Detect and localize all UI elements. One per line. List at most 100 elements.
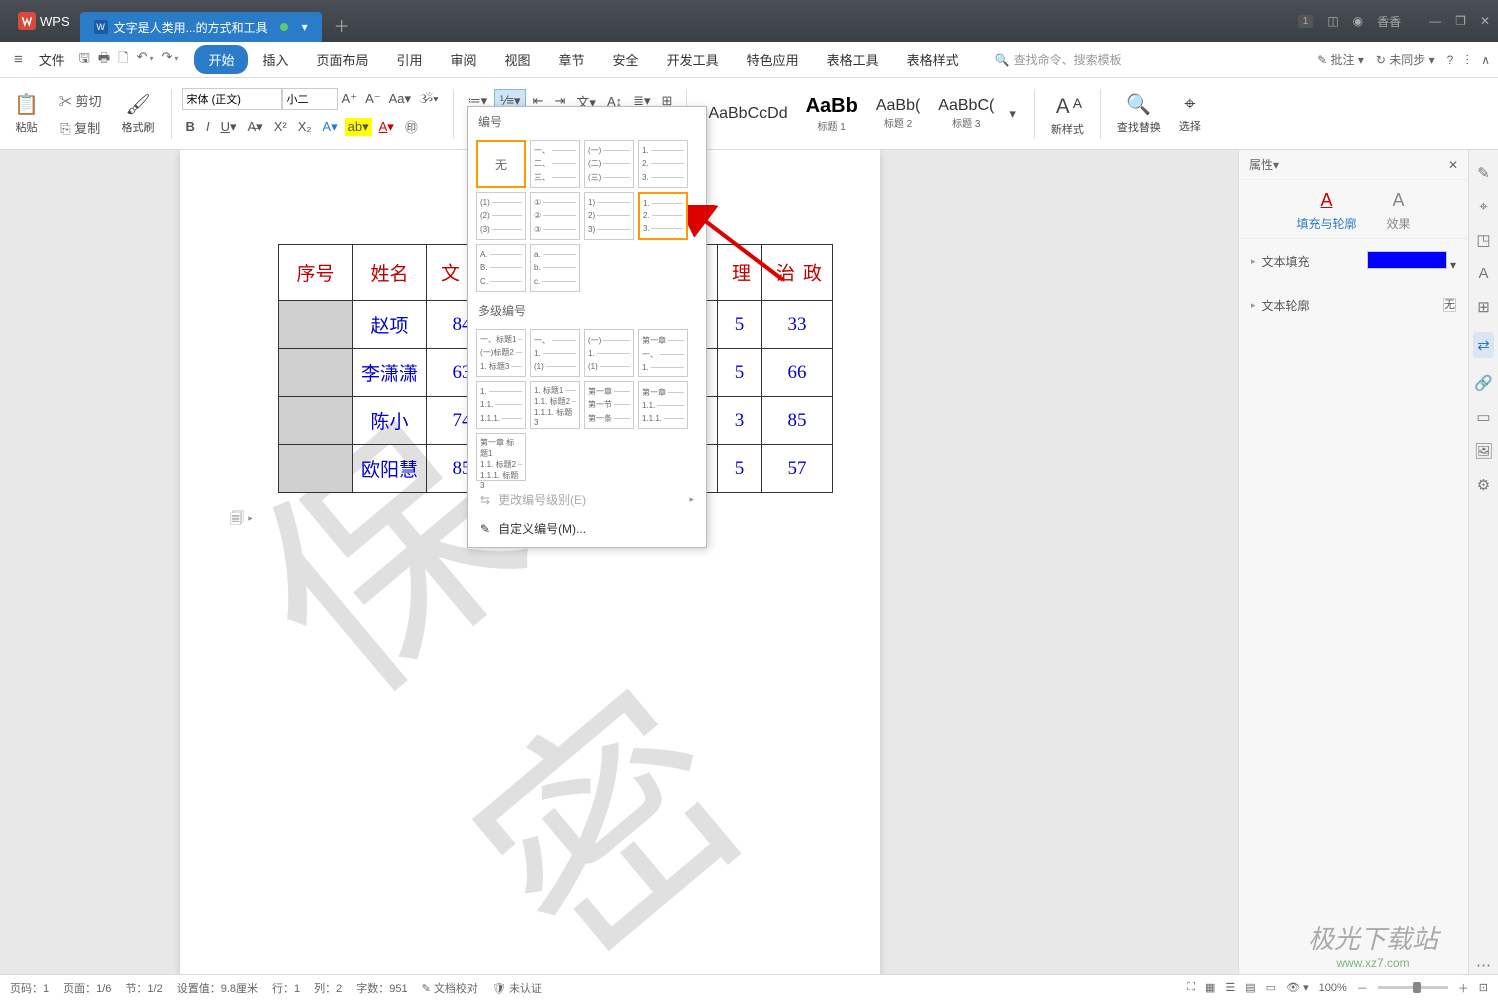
text-fill-color[interactable] xyxy=(1367,251,1447,269)
zoom-in-button[interactable]: ＋ xyxy=(1458,980,1469,996)
ml-opt-9[interactable]: 第一章 标题11.1. 标题21.1.1. 标题3 xyxy=(476,433,526,481)
status-page[interactable]: 页面：1/6 xyxy=(63,980,111,996)
more-strip-icon[interactable]: ⋯ xyxy=(1476,956,1491,974)
text-effect-button[interactable]: A▾ xyxy=(318,116,341,138)
style-h2[interactable]: AaBb(标题 2 xyxy=(869,94,927,133)
tab-table-style[interactable]: 表格样式 xyxy=(893,45,973,74)
theme-icon[interactable]: ◫ xyxy=(1327,14,1338,28)
window-minimize-button[interactable]: — xyxy=(1429,14,1441,28)
ml-opt-2[interactable]: 一、1.(1) xyxy=(530,329,580,377)
hamburger-icon[interactable]: ≡ xyxy=(8,47,29,72)
redo-button[interactable]: ↷▾ xyxy=(162,49,179,71)
highlight-button[interactable]: ab▾ xyxy=(345,118,372,136)
tab-section[interactable]: 章节 xyxy=(545,45,599,74)
close-panel-icon[interactable]: ✕ xyxy=(1448,158,1458,172)
change-case-icon[interactable]: Aa▾ xyxy=(385,88,415,110)
numbering-opt-cn[interactable]: 一、二、三、 xyxy=(530,140,580,188)
bold-button[interactable]: B xyxy=(182,116,199,137)
window-maximize-button[interactable]: ❐ xyxy=(1455,14,1466,28)
find-replace-button[interactable]: 🔍查找替换 xyxy=(1111,90,1167,137)
grid-strip-icon[interactable]: ⊞ xyxy=(1477,298,1490,316)
view-print-icon[interactable]: ▦ xyxy=(1205,981,1215,994)
edit-strip-icon[interactable]: ✎ xyxy=(1477,164,1490,182)
ml-opt-4[interactable]: 第一章一、1. xyxy=(638,329,688,377)
tab-review[interactable]: 审阅 xyxy=(437,45,491,74)
font-size-select[interactable] xyxy=(282,88,338,110)
tab-special[interactable]: 特色应用 xyxy=(733,45,813,74)
text-outline-row[interactable]: ▸文本轮廓 无 xyxy=(1239,284,1468,326)
new-style-button[interactable]: Ａᴬ新样式 xyxy=(1045,88,1090,139)
view-outline-icon[interactable]: ☰ xyxy=(1225,981,1235,994)
print-icon[interactable]: 🖶 xyxy=(98,49,110,71)
ml-opt-5[interactable]: 1.1.1.1.1.1. xyxy=(476,381,526,429)
save-icon[interactable]: 🖫 xyxy=(79,49,90,71)
ml-opt-7[interactable]: 第一章第一节第一条 xyxy=(584,381,634,429)
circle-text-button[interactable]: ㊞ xyxy=(401,114,422,139)
text-fill-row[interactable]: ▸文本填充 ▾ xyxy=(1239,239,1468,284)
status-col[interactable]: 列：2 xyxy=(314,980,342,996)
ml-opt-1[interactable]: 一、标题1(一)标题21. 标题3 xyxy=(476,329,526,377)
image-strip-icon[interactable]: 🖼 xyxy=(1474,442,1493,460)
status-words[interactable]: 字数：951 xyxy=(356,980,407,996)
eye-icon[interactable]: 👁 ▾ xyxy=(1286,981,1309,994)
tab-view[interactable]: 视图 xyxy=(491,45,545,74)
add-tab-button[interactable]: ＋ xyxy=(322,13,362,37)
page-side-icon[interactable]: 🗐 ▸ xyxy=(230,508,253,532)
th-li[interactable]: 理 xyxy=(718,245,762,301)
status-pageno[interactable]: 页码：1 xyxy=(10,980,49,996)
user-name[interactable]: 香香 xyxy=(1377,13,1401,30)
text-strip-icon[interactable]: A xyxy=(1478,265,1488,282)
notification-badge[interactable]: 1 xyxy=(1298,15,1314,28)
status-setvalue[interactable]: 设置值：9.8厘米 xyxy=(177,980,258,996)
styles-more-button[interactable]: ▾ xyxy=(1005,103,1020,125)
paste-button[interactable]: 📋 粘贴 xyxy=(8,90,45,137)
fit-icon[interactable]: ⊡ xyxy=(1479,981,1488,994)
ml-opt-3[interactable]: (一)1.(1) xyxy=(584,329,634,377)
undo-button[interactable]: ↶▾ xyxy=(137,49,154,71)
styles-gallery[interactable]: AaBbCcDd AaBb标题 1 AaBb(标题 2 AaBbC(标题 3 ▾ xyxy=(697,92,1023,136)
custom-numbering[interactable]: ✎ 自定义编号(M)... xyxy=(468,514,706,543)
tab-menu-icon[interactable]: ▾ xyxy=(302,20,308,34)
font-name-select[interactable] xyxy=(182,88,282,110)
font-color-button[interactable]: A▾ xyxy=(375,116,398,138)
tab-start[interactable]: 开始 xyxy=(194,45,248,74)
comments-button[interactable]: ✎ 批注 ▾ xyxy=(1317,51,1364,68)
tab-developer[interactable]: 开发工具 xyxy=(653,45,733,74)
strikethrough-button[interactable]: A̶▾ xyxy=(243,116,266,138)
help-icon[interactable]: ? xyxy=(1447,53,1454,67)
italic-button[interactable]: I xyxy=(202,116,214,137)
file-menu[interactable]: 文件 xyxy=(31,46,73,73)
zoom-slider[interactable] xyxy=(1378,986,1448,989)
decrease-font-icon[interactable]: A⁻ xyxy=(361,88,385,110)
shape-strip-icon[interactable]: ◳ xyxy=(1476,231,1490,249)
preview-icon[interactable]: 🗋 xyxy=(118,49,128,71)
prop-tab-effect[interactable]: A 效果 xyxy=(1387,190,1411,232)
tab-insert[interactable]: 插入 xyxy=(248,45,302,74)
style-normal[interactable]: AaBbCcDd xyxy=(701,102,794,126)
zoom-out-button[interactable]: － xyxy=(1357,980,1368,996)
outline-select[interactable]: 无 xyxy=(1443,298,1456,312)
status-auth[interactable]: 🛡 未认证 xyxy=(492,980,542,996)
collapse-ribbon-icon[interactable]: ⵗ xyxy=(1465,53,1469,67)
adjust-strip-icon[interactable]: ⇄ xyxy=(1473,332,1494,358)
subscript-button[interactable]: X₂ xyxy=(294,116,316,137)
ml-opt-8[interactable]: 第一章1.1.1.1.1. xyxy=(638,381,688,429)
numbering-opt-upper[interactable]: A.B.C. xyxy=(476,244,526,292)
note-strip-icon[interactable]: ▭ xyxy=(1476,408,1490,426)
th-seq[interactable]: 序号 xyxy=(279,245,353,301)
status-line[interactable]: 行：1 xyxy=(272,980,300,996)
style-h1[interactable]: AaBb标题 1 xyxy=(799,92,865,136)
expand-icon[interactable]: ∧ xyxy=(1481,53,1490,67)
status-proof[interactable]: ✎ 文档校对 xyxy=(422,980,478,996)
format-painter-button[interactable]: 🖌 格式刷 xyxy=(116,90,161,137)
sync-button[interactable]: ↻ 未同步 ▾ xyxy=(1376,51,1435,68)
link-strip-icon[interactable]: 🔗 xyxy=(1474,374,1493,392)
prop-tab-fill[interactable]: A 填充与轮廓 xyxy=(1296,190,1356,232)
document-tab[interactable]: W 文字是人类用...的方式和工具 ▾ xyxy=(80,12,322,42)
numbering-opt-lower[interactable]: a.b.c. xyxy=(530,244,580,292)
numbering-opt-circle[interactable]: ①②③ xyxy=(530,192,580,240)
fullscreen-icon[interactable]: ⛶ xyxy=(1187,981,1195,994)
numbering-opt-cn-paren[interactable]: (一)(二)(三) xyxy=(584,140,634,188)
numbering-opt-half-paren[interactable]: 1)2)3) xyxy=(584,192,634,240)
numbering-none[interactable]: 无 xyxy=(476,140,526,188)
